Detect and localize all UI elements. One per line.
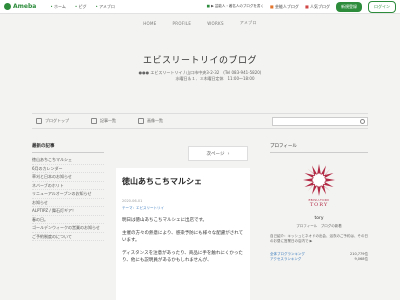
blognav-profile[interactable]: PROFILE [173,21,192,26]
chevron-right-icon: › [227,150,230,157]
topnav-home[interactable]: ホーム [50,4,66,10]
blog-title[interactable]: エビスリートリイのブログ [0,53,400,66]
tory-emblem-icon [303,164,335,196]
recent-entry-item[interactable]: ALPTIPZ / 舞石灯ギア！ [32,207,104,216]
ranking-box: 全体ブログランキング 210,779位 アクセスランキング 9,068位 [270,252,368,262]
write-blog-link[interactable]: ▶ 芸能人・著名人のブログを書く [207,4,264,9]
recent-entry-item[interactable]: 6月のカレンダー [32,165,104,173]
ameba-topbar: Ameba ホーム ピグ アメブロ ▶ 芸能人・著名人のブログを書く 芸能人ブロ… [0,0,400,14]
blog-address-line2: 水曜日＆１．３木曜日定休 11:00～18:00 [175,76,255,81]
popular-blog-link[interactable]: 人気ブログ [305,4,330,10]
article-paragraph: 主催の方々の熱意により、感染予防にも様々な配慮がされています。 [122,230,244,244]
recent-entry-item[interactable]: 草刈と日本のお知らせ [32,173,104,182]
register-button[interactable]: 新規登録 [336,1,362,12]
article-title[interactable]: 徳山あちこちマルシェ [122,174,244,187]
login-button[interactable]: ログイン [368,0,396,13]
article-date: 2020-06-01 [122,199,143,203]
search-icon[interactable] [360,118,365,124]
article-paragraph: ディスタンスを注意があったり、商品に手を触れにくかったり、他にも説明員があるかも… [122,250,243,264]
article: 徳山あちこちマルシェ 2020-06-01 テーマ：エビスリートリイ 明日は徳山… [116,168,250,300]
emblem-text: TORY [309,202,329,208]
blog-top-link[interactable]: ブログトップ [36,118,69,124]
blog-toolbar: ブログトップ 記事一覧 画像一覧 [32,113,368,129]
recent-entries-heading: 最新の記事 [32,143,104,153]
recent-entry-item[interactable]: 春の日。 [32,216,104,224]
blognav-works[interactable]: WORKS [207,21,224,26]
celebrity-blog-link[interactable]: 芸能人ブログ [270,4,299,10]
tory-logo-emblem[interactable] [302,163,336,197]
article-theme-link[interactable]: テーマ：エビスリートリイ [122,206,244,211]
article-paragraph: 明日は徳山あちこちマルシェに出店です。 [122,218,208,223]
recent-entry-item[interactable]: お知らせ [32,199,104,207]
home-icon [36,118,42,124]
recent-entry-item[interactable]: 徳山あちこちマルシェ [32,156,104,165]
profile-sidebar: プロフィール EBISU-TORII TORY tory プロフィール ブログの… [270,143,368,262]
recent-entry-item[interactable]: ご予約制度のについて [32,233,104,241]
topbar-right: ▶ 芸能人・著名人のブログを書く 芸能人ブログ 人気ブログ 新規登録 ログイン [207,0,396,13]
blognav-home[interactable]: HOME [143,21,156,26]
entry-list-link[interactable]: 記事一覧 [91,118,116,124]
recent-entry-item[interactable]: リニューアルオープンのお知らせ [32,190,104,199]
blog-search-input[interactable] [272,116,368,126]
ameba-leaf-icon [4,3,11,10]
recent-entries: 最新の記事 徳山あちこちマルシェ 6月のカレンダー 草刈と日本のお知らせ ネバー… [32,143,104,241]
list-icon [91,118,97,124]
next-page-button[interactable]: 次ページ › [188,146,248,161]
topnav-ameblo[interactable]: アメブロ [95,4,115,10]
blognav-ameblo[interactable]: アメブロ [240,20,257,26]
image-list-link[interactable]: 画像一覧 [138,118,163,124]
recent-entry-item[interactable]: ゴールデンウィークの営業のお知らせ [32,224,104,233]
profile-intro: 自己紹介：キッシュとネオドの出会、浴衣のご予約は、その日のお昼に営業日の店内で … [270,234,368,243]
blog-nav: HOME PROFILE WORKS アメブロ [0,15,400,31]
topnav-pigg[interactable]: ピグ [75,4,86,10]
profile-heading: プロフィール [270,143,368,153]
article-body: 明日は徳山あちこちマルシェに出店です。 主催の方々の熱意により、感染予防にも様々… [122,217,244,265]
blog-description: ●●● エビスリートリイ / 山口市中央3-2-32 (Tel 083-941-… [0,70,400,82]
image-icon [138,118,144,124]
ameba-logo[interactable]: Ameba [4,3,36,10]
recent-entry-item[interactable]: ネバーブのホリト [32,182,104,190]
profile-links[interactable]: プロフィール ブログの新着 [270,224,368,229]
profile-name[interactable]: tory [270,216,368,221]
ranking-row[interactable]: アクセスランキング 9,068位 [270,257,368,262]
topbar-nav: ホーム ピグ アメブロ [50,4,115,10]
